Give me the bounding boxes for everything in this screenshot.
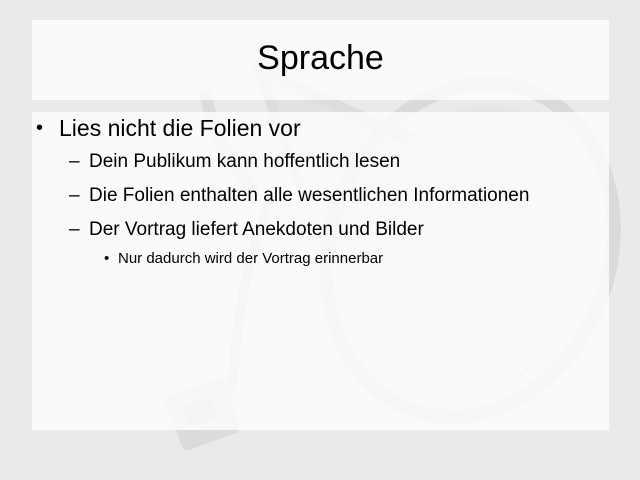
sub-sub-bullet-text: Nur dadurch wird der Vortrag erinnerbar [118,250,384,267]
sub-bullet-item: – Der Vortrag liefert Anekdoten und Bild… [61,218,596,269]
sub-bullet-item: – Die Folien enthalten alle wesentlichen… [61,184,596,207]
sub-sub-bullet-item: • Nur dadurch wird der Vortrag erinnerba… [104,249,596,269]
sub-bullet-item: – Dein Publikum kann hoffentlich lesen [61,150,596,173]
dash-marker: – [69,185,80,206]
sub-bullet-text: Dein Publikum kann hoffentlich lesen [89,151,401,172]
bullet-item: • Lies nicht die Folien vor – Dein Publi… [36,114,596,269]
presentation-slide: Sprache • Lies nicht die Folien vor – De… [0,0,640,480]
dash-marker: – [69,219,80,240]
bullet-marker: • [36,117,44,139]
bullet-marker: • [104,250,110,267]
sub-sub-bullet-list: • Nur dadurch wird der Vortrag erinnerba… [89,249,596,269]
slide-title: Sprache [257,39,384,77]
sub-bullet-list: – Dein Publikum kann hoffentlich lesen –… [59,150,596,269]
sub-bullet-text: Die Folien enthalten alle wesentlichen I… [89,185,530,206]
bullet-list: • Lies nicht die Folien vor – Dein Publi… [36,114,596,280]
bullet-text: Lies nicht die Folien vor [59,115,301,141]
sub-bullet-text: Der Vortrag liefert Anekdoten und Bilder [89,219,424,240]
dash-marker: – [69,151,80,172]
